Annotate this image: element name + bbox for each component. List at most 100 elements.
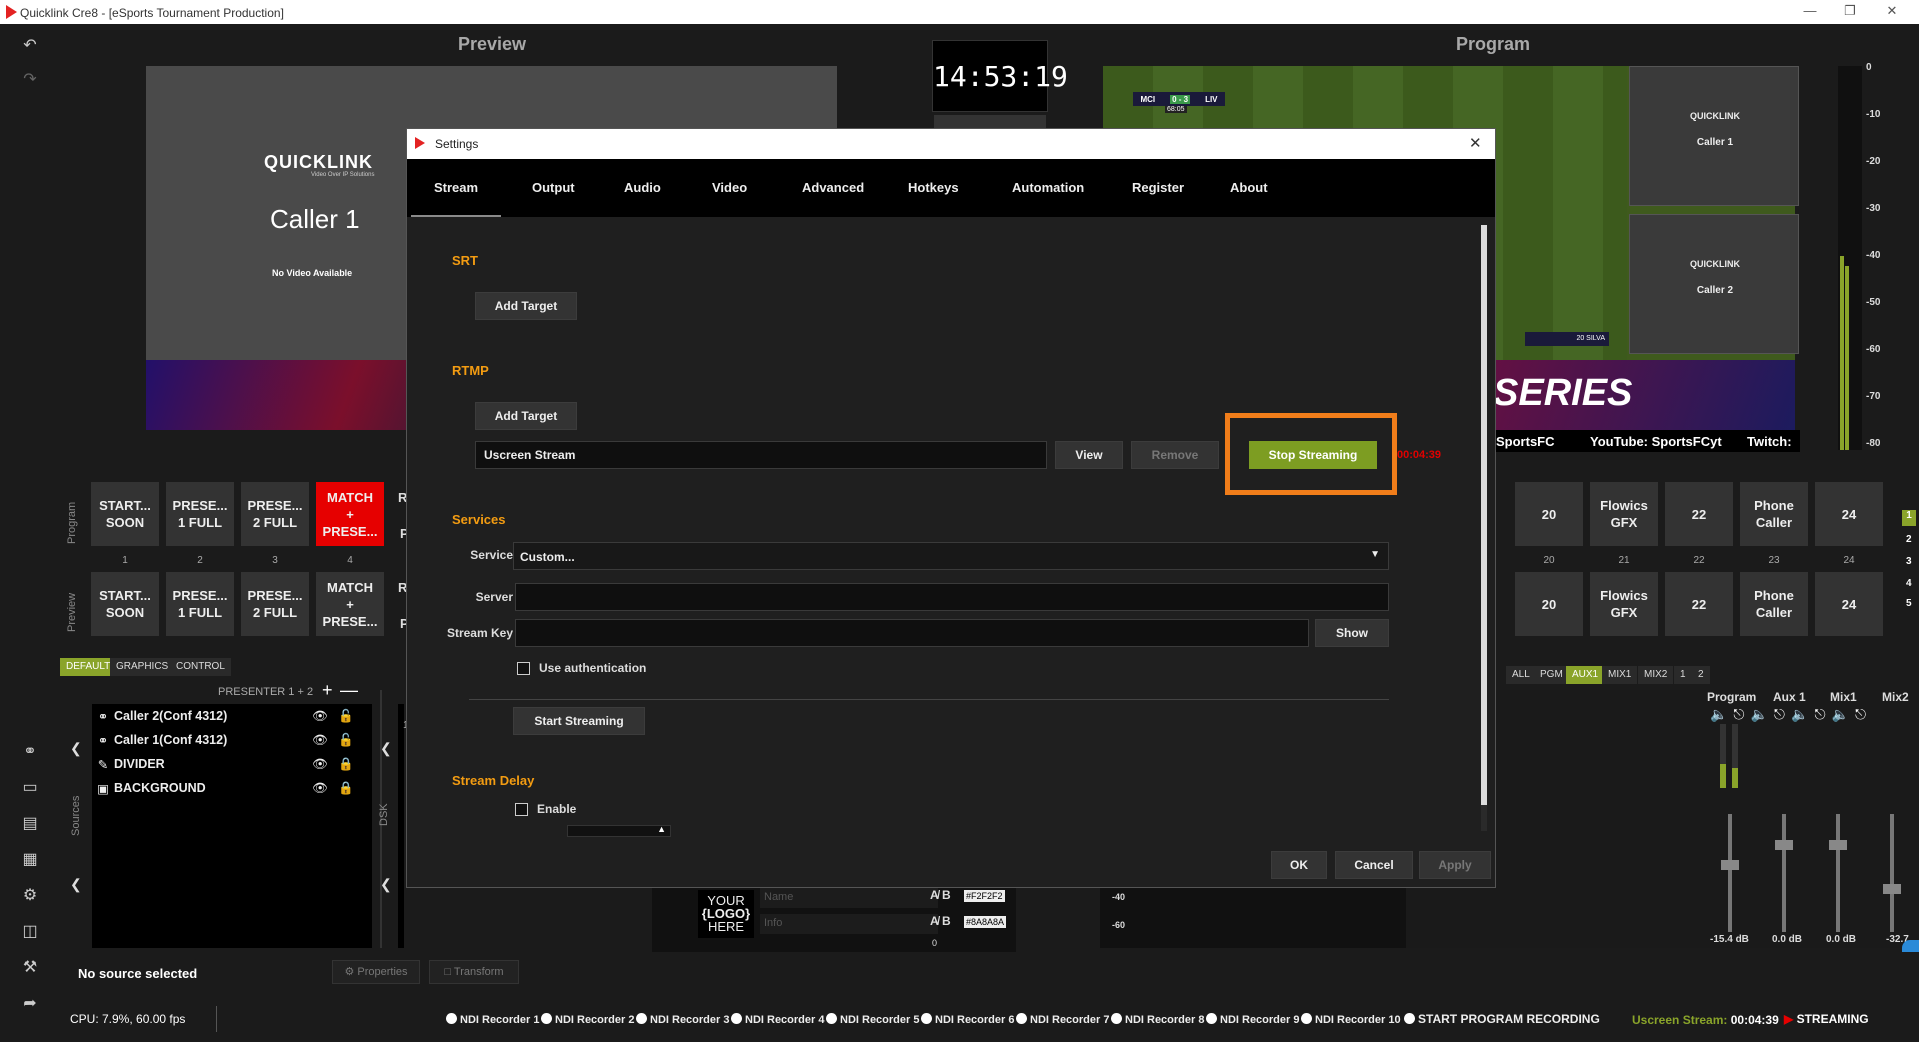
start-streaming-button[interactable]: Start Streaming bbox=[513, 707, 645, 735]
transform-button[interactable]: □ Transform bbox=[429, 960, 519, 984]
multiview-icon[interactable]: ▤ bbox=[18, 812, 42, 836]
service-select[interactable]: Custom... ▼ bbox=[513, 542, 1389, 570]
lock-open-icon[interactable]: 🔓 bbox=[338, 733, 354, 748]
tools-icon[interactable]: ⚒ bbox=[18, 956, 42, 980]
ndi-recorder-8[interactable]: NDI Recorder 8 bbox=[1111, 1013, 1204, 1026]
dsk-collapse-icon[interactable]: ❮ bbox=[380, 740, 392, 757]
program-scene-21[interactable]: Flowics GFX bbox=[1590, 482, 1658, 546]
exit-icon[interactable]: ➦ bbox=[18, 992, 42, 1016]
start-recording-button[interactable]: START PROGRAM RECORDING bbox=[1404, 1012, 1600, 1026]
eye-icon[interactable]: 👁 bbox=[312, 781, 338, 796]
server-input[interactable] bbox=[515, 583, 1389, 611]
tab-hotkeys[interactable]: Hotkeys bbox=[885, 159, 982, 217]
show-key-button[interactable]: Show bbox=[1315, 619, 1389, 647]
aux1-fader[interactable] bbox=[1775, 840, 1793, 850]
use-auth-checkbox[interactable] bbox=[517, 662, 530, 675]
tab-automation[interactable]: Automation bbox=[989, 159, 1107, 217]
speaker-headphone-icons[interactable]: 🔈⎋🔈⎋🔈⎋🔈⎋ bbox=[1710, 706, 1872, 723]
title-name-input[interactable]: Name bbox=[760, 888, 938, 908]
page-5[interactable]: 5 bbox=[1906, 598, 1912, 609]
quicklink-icon[interactable]: ⚭ bbox=[18, 740, 42, 764]
lock-closed-icon[interactable]: 🔒 bbox=[338, 757, 354, 772]
eye-icon[interactable]: 👁 bbox=[312, 709, 338, 724]
ndi-recorder-2[interactable]: NDI Recorder 2 bbox=[541, 1013, 634, 1026]
program-fader[interactable] bbox=[1721, 860, 1739, 870]
color-swatch-2[interactable]: #8A8A8A bbox=[964, 916, 1007, 928]
ndi-recorder-10[interactable]: NDI Recorder 10 bbox=[1301, 1013, 1401, 1026]
delay-enable-checkbox[interactable] bbox=[515, 803, 528, 816]
ok-button[interactable]: OK bbox=[1271, 851, 1327, 879]
restore-icon[interactable]: ❐ bbox=[1840, 3, 1860, 21]
remove-button[interactable]: Remove bbox=[1131, 441, 1219, 469]
apply-button[interactable]: Apply bbox=[1419, 851, 1491, 879]
spin-up-icon[interactable]: ▲ bbox=[657, 824, 666, 834]
font-bold-icon[interactable]: A̸ B bbox=[930, 888, 951, 902]
minimize-icon[interactable]: — bbox=[1800, 3, 1820, 21]
lock-closed-icon[interactable]: 🔒 bbox=[338, 781, 354, 796]
srt-add-target-button[interactable]: Add Target bbox=[475, 292, 577, 320]
ndi-recorder-1[interactable]: NDI Recorder 1 bbox=[446, 1013, 539, 1026]
stop-streaming-button[interactable]: Stop Streaming bbox=[1249, 441, 1377, 469]
mix1-fader[interactable] bbox=[1829, 840, 1847, 850]
rtmp-target-field[interactable]: Uscreen Stream bbox=[475, 441, 1047, 469]
tag-control[interactable]: CONTROL bbox=[170, 658, 231, 676]
sources-collapse-icon[interactable]: ❮ bbox=[70, 740, 82, 757]
preview-scene-4[interactable]: MATCH + PRESE... bbox=[316, 572, 384, 636]
program-scene-3[interactable]: PRESE... 2 FULL bbox=[241, 482, 309, 546]
tab-about[interactable]: About bbox=[1207, 159, 1291, 217]
page-4[interactable]: 4 bbox=[1906, 578, 1912, 589]
layout-grid-icon[interactable]: ▦ bbox=[18, 848, 42, 872]
program-scene-2[interactable]: PRESE... 1 FULL bbox=[166, 482, 234, 546]
view-button[interactable]: View bbox=[1055, 441, 1123, 469]
program-scene-4-live[interactable]: MATCH + PRESE... bbox=[316, 482, 384, 546]
stream-key-input[interactable] bbox=[515, 619, 1309, 647]
properties-button[interactable]: ⚙ Properties bbox=[332, 960, 420, 984]
mix2-fader[interactable] bbox=[1883, 884, 1901, 894]
preview-scene-2[interactable]: PRESE... 1 FULL bbox=[166, 572, 234, 636]
tab-audio[interactable]: Audio bbox=[601, 159, 684, 217]
gear-icon[interactable]: ⚙ bbox=[18, 884, 42, 908]
ndi-recorder-7[interactable]: NDI Recorder 7 bbox=[1016, 1013, 1109, 1026]
ndi-recorder-5[interactable]: NDI Recorder 5 bbox=[826, 1013, 919, 1026]
eye-icon[interactable]: 👁 bbox=[312, 733, 338, 748]
delay-spinbox[interactable]: ▲ bbox=[567, 824, 671, 837]
source-row[interactable]: ⚭ Caller 2(Conf 4312) 👁 🔓 bbox=[92, 704, 372, 728]
ndi-recorder-3[interactable]: NDI Recorder 3 bbox=[636, 1013, 729, 1026]
program-scene-20[interactable]: 20 bbox=[1515, 482, 1583, 546]
audio-tab-mix2[interactable]: MIX2 bbox=[1638, 666, 1674, 684]
audio-tab-1[interactable]: 1 bbox=[1674, 666, 1692, 684]
remove-source-icon[interactable]: — bbox=[340, 680, 358, 701]
audio-tab-aux1[interactable]: AUX1 bbox=[1566, 666, 1605, 684]
preview-scene-20[interactable]: 20 bbox=[1515, 572, 1583, 636]
tab-register[interactable]: Register bbox=[1109, 159, 1207, 217]
source-row[interactable]: ✎ DIVIDER 👁 🔒 bbox=[92, 752, 372, 776]
program-scene-1[interactable]: START... SOON bbox=[91, 482, 159, 546]
eye-icon[interactable]: 👁 bbox=[312, 757, 338, 772]
program-scene-23[interactable]: Phone Caller bbox=[1740, 482, 1808, 546]
lock-open-icon[interactable]: 🔓 bbox=[338, 709, 354, 724]
settings-close-icon[interactable]: ✕ bbox=[1469, 134, 1482, 152]
source-row[interactable]: ⚭ Caller 1(Conf 4312) 👁 🔓 bbox=[92, 728, 372, 752]
font-bold-icon-2[interactable]: A̸ B bbox=[930, 914, 951, 928]
audio-tab-all[interactable]: ALL bbox=[1506, 666, 1536, 684]
tab-video[interactable]: Video bbox=[689, 159, 770, 217]
settings-scrollbar-thumb[interactable] bbox=[1481, 225, 1487, 805]
page-3[interactable]: 3 bbox=[1906, 556, 1912, 567]
audio-tab-2[interactable]: 2 bbox=[1692, 666, 1710, 684]
tab-advanced[interactable]: Advanced bbox=[779, 159, 887, 217]
preview-scene-23[interactable]: Phone Caller bbox=[1740, 572, 1808, 636]
preview-scene-22[interactable]: 22 bbox=[1665, 572, 1733, 636]
close-window-icon[interactable]: ✕ bbox=[1882, 3, 1902, 21]
tab-output[interactable]: Output bbox=[509, 159, 598, 217]
ndi-recorder-9[interactable]: NDI Recorder 9 bbox=[1206, 1013, 1299, 1026]
redo-icon[interactable]: ↷ bbox=[18, 68, 42, 92]
monitor-icon[interactable]: ▭ bbox=[18, 776, 42, 800]
program-scene-22[interactable]: 22 bbox=[1665, 482, 1733, 546]
tab-stream[interactable]: Stream bbox=[411, 159, 502, 217]
program-scene-24[interactable]: 24 bbox=[1815, 482, 1883, 546]
add-source-icon[interactable]: + bbox=[322, 680, 333, 701]
dsk-back-icon[interactable]: ❮ bbox=[380, 876, 392, 893]
audio-tab-pgm[interactable]: PGM bbox=[1534, 666, 1569, 684]
tag-default[interactable]: DEFAULT bbox=[60, 658, 117, 676]
color-swatch-1[interactable]: #F2F2F2 bbox=[964, 890, 1005, 902]
